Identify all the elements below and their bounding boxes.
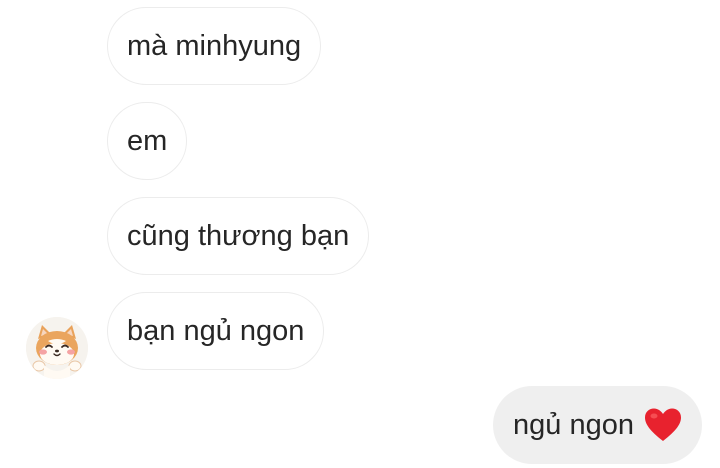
- message-text: ngủ ngon: [513, 408, 634, 441]
- message-thread: mà minhyung em cũng thương bạn bạn ngủ n…: [0, 0, 720, 468]
- received-message-bubble[interactable]: bạn ngủ ngon: [107, 292, 325, 370]
- message-text: mà minhyung: [127, 29, 302, 62]
- message-text: cũng thương bạn: [127, 219, 350, 252]
- red-heart-icon: [645, 408, 681, 441]
- shiba-dog-avatar-icon: [26, 317, 88, 379]
- sent-message-bubble[interactable]: ngủ ngon: [493, 386, 702, 464]
- received-message-bubble[interactable]: cũng thương bạn: [107, 197, 370, 275]
- sender-avatar[interactable]: [26, 317, 88, 379]
- received-message-bubble[interactable]: em: [107, 102, 188, 180]
- message-text: bạn ngủ ngon: [127, 314, 305, 347]
- message-text: em: [127, 124, 168, 157]
- received-message-bubble[interactable]: mà minhyung: [107, 7, 322, 85]
